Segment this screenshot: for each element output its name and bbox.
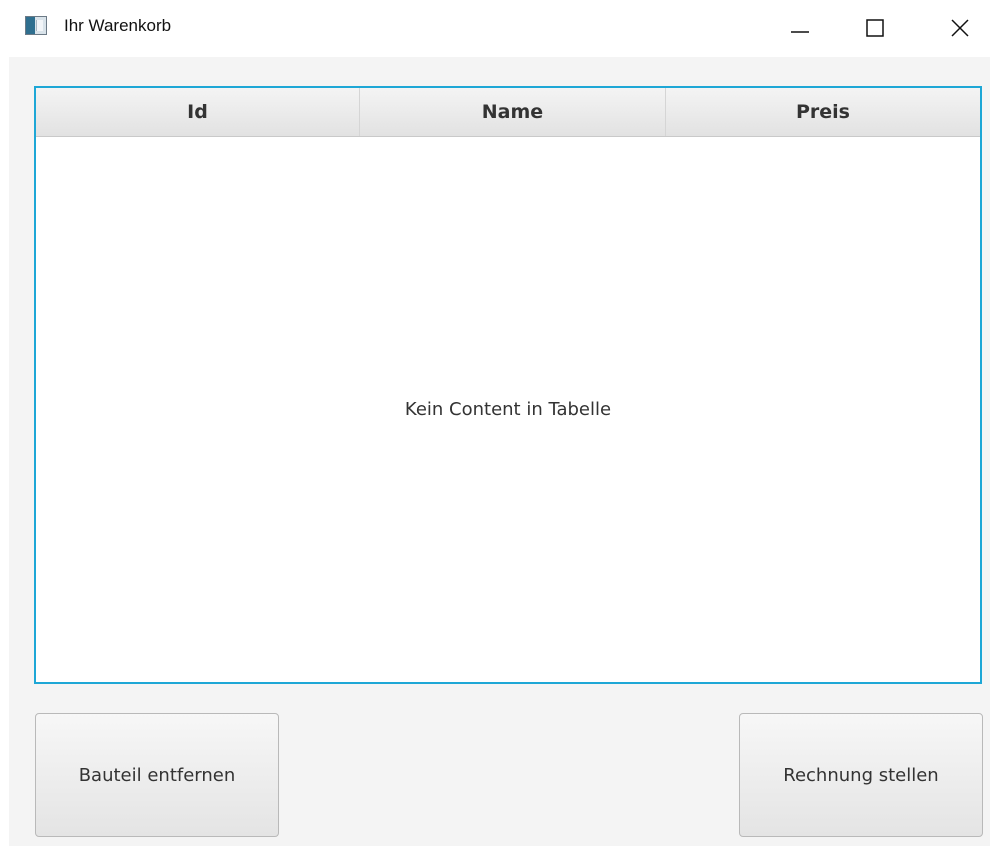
app-window: Ihr Warenkorb Id Name Preis Kein Content… (0, 0, 990, 846)
title-bar[interactable]: Ihr Warenkorb (0, 0, 990, 56)
close-icon (951, 19, 969, 37)
maximize-button[interactable] (845, 0, 905, 56)
minimize-icon (791, 31, 809, 33)
maximize-icon (866, 19, 884, 37)
table-header: Id Name Preis (36, 88, 980, 137)
remove-part-button[interactable]: Bauteil entfernen (35, 713, 279, 837)
close-button[interactable] (930, 0, 990, 56)
column-header-id[interactable]: Id (36, 88, 360, 136)
table-empty-placeholder: Kein Content in Tabelle (404, 399, 612, 420)
column-header-preis[interactable]: Preis (666, 88, 980, 136)
app-window-icon (25, 16, 47, 35)
minimize-button[interactable] (770, 0, 830, 56)
cart-table[interactable]: Id Name Preis Kein Content in Tabelle (34, 86, 982, 684)
window-title: Ihr Warenkorb (64, 16, 172, 35)
create-invoice-button[interactable]: Rechnung stellen (739, 713, 983, 837)
column-header-name[interactable]: Name (360, 88, 666, 136)
